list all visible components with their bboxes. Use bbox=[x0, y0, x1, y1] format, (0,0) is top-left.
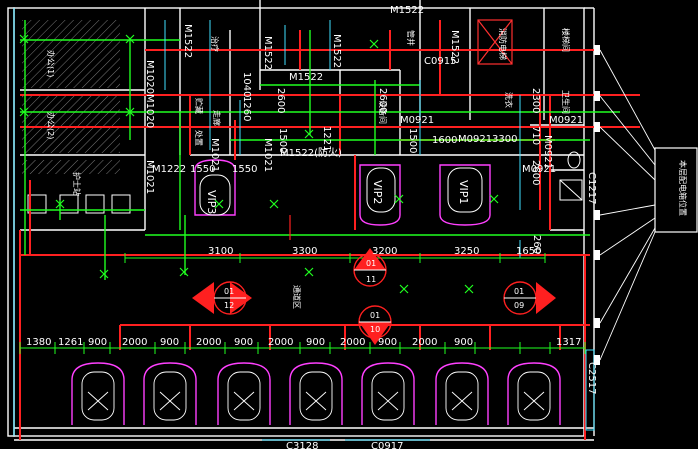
dim-label: 3300 bbox=[492, 134, 517, 145]
window-label: C1217 bbox=[586, 172, 597, 204]
ward-beds bbox=[71, 362, 561, 425]
dim-label: 1550 bbox=[190, 164, 215, 175]
dim-label: 1380 bbox=[26, 337, 51, 348]
room-label-wash: 洗衣 bbox=[504, 92, 514, 108]
room-label-storage: 贮藏 bbox=[194, 98, 204, 114]
room-label-nurse: 护士站 bbox=[72, 172, 82, 196]
cad-drawing-canvas: 本层配电箱位置 01 11 01 12 01 09 01 10 M1522 M1… bbox=[0, 0, 698, 449]
door-label: 1221 bbox=[321, 126, 332, 151]
door-label: M1222 bbox=[152, 164, 186, 175]
door-label: 1260 bbox=[241, 96, 252, 121]
door-label: M1021 bbox=[144, 160, 155, 194]
nurse-hatch bbox=[22, 160, 120, 174]
dim-label: 900 bbox=[306, 337, 325, 348]
window-label: C0915 bbox=[424, 56, 456, 67]
marker-text: 01 bbox=[370, 311, 380, 320]
room-label-elevator: 消防电梯 bbox=[498, 28, 508, 60]
right-side-jacks bbox=[594, 45, 600, 365]
marker-text: 01 bbox=[514, 287, 524, 296]
marker-text: 10 bbox=[370, 325, 380, 334]
door-label: M0921 bbox=[400, 115, 434, 126]
outer-wall-left bbox=[7, 7, 15, 437]
dim-label: 1550 bbox=[232, 164, 257, 175]
window-label: C0917 bbox=[371, 441, 403, 449]
door-labels: M1522 M1522 M1522 M1522 M1522 M1522 M152… bbox=[144, 5, 597, 449]
dim-label: 2000 bbox=[196, 337, 221, 348]
room-label-prep: 治疗 bbox=[210, 36, 220, 52]
marker-text: 11 bbox=[366, 275, 376, 284]
room-label-stair: 楼梯间 bbox=[561, 28, 571, 52]
distribution-box-label: 本层配电箱位置 bbox=[678, 160, 688, 216]
dim-label: 2000 bbox=[122, 337, 147, 348]
room-label-equipment: 设备间 bbox=[378, 100, 388, 124]
dim-label: 3250 bbox=[454, 246, 479, 257]
dim-label: 900 bbox=[234, 337, 253, 348]
room-label-treatment: 处置 bbox=[194, 130, 204, 146]
distribution-box-leaders bbox=[599, 49, 656, 361]
toilet-fixtures bbox=[559, 151, 583, 201]
door-label: M1522 bbox=[289, 72, 323, 83]
dim-label: 2000 bbox=[412, 337, 437, 348]
dim-label: 1600 bbox=[432, 135, 457, 146]
dim-label: 2000 bbox=[268, 337, 293, 348]
door-label: M1522 bbox=[262, 36, 273, 70]
door-label: M1522 bbox=[331, 34, 342, 68]
dim-label: 1500 bbox=[277, 128, 288, 153]
office-2-hatch bbox=[22, 95, 120, 153]
room-label-corridor2: 走廊 bbox=[212, 110, 222, 126]
dim-label: 2600 bbox=[530, 160, 541, 185]
dim-label: 2600 bbox=[275, 88, 286, 113]
door-label: M1021 bbox=[262, 138, 273, 172]
dim-label: 1650 bbox=[516, 246, 541, 257]
room-label-vip3: VIP3 bbox=[205, 190, 218, 214]
dim-label: 2300 bbox=[530, 88, 541, 113]
section-marker-right: 01 09 bbox=[503, 281, 556, 315]
door-label: M1020 bbox=[144, 94, 155, 128]
dim-label: 3200 bbox=[372, 246, 397, 257]
section-marker-left: 01 12 bbox=[192, 281, 252, 315]
dim-label: 1317 bbox=[556, 337, 581, 348]
door-label: M0921 bbox=[458, 134, 492, 145]
dim-label: 900 bbox=[454, 337, 473, 348]
room-label-office-2: 办公(2) bbox=[46, 112, 56, 139]
dimension-row-2: 1380 1261 900 2000 900 2000 900 2000 900… bbox=[26, 337, 581, 348]
dim-label: 1261 bbox=[58, 337, 83, 348]
door-label: M0921 bbox=[549, 115, 583, 126]
dim-label: 900 bbox=[378, 337, 397, 348]
dim-label: 3100 bbox=[208, 246, 233, 257]
door-label: M1522 bbox=[182, 24, 193, 58]
door-label: M1020 bbox=[144, 60, 155, 94]
marker-text: 01 bbox=[366, 259, 376, 268]
window-label: C2517 bbox=[586, 362, 597, 394]
room-label-vip1: VIP1 bbox=[457, 180, 470, 204]
dim-label: 900 bbox=[88, 337, 107, 348]
floor-plan-drawing: 本层配电箱位置 01 11 01 12 01 09 01 10 M1522 M1… bbox=[7, 0, 698, 449]
window-label: C3128 bbox=[286, 441, 318, 449]
room-label-shaft: 管井 bbox=[406, 30, 416, 46]
dim-label: 710 bbox=[530, 126, 541, 145]
room-label-toilet: 卫生间 bbox=[561, 90, 571, 114]
door-label: 1040 bbox=[241, 72, 252, 97]
room-label-vip2: VIP2 bbox=[371, 180, 384, 204]
room-label-office-1: 办公(1) bbox=[46, 50, 56, 77]
dim-label: 900 bbox=[160, 337, 179, 348]
dim-label: 1500 bbox=[407, 128, 418, 153]
dim-label: 3300 bbox=[292, 246, 317, 257]
marker-text: 09 bbox=[514, 301, 524, 310]
room-label-corridor: 通道区 bbox=[292, 285, 302, 309]
marker-text: 01 bbox=[224, 287, 234, 296]
door-label: M1522 bbox=[390, 5, 424, 16]
office-1-hatch bbox=[22, 20, 120, 88]
dim-label: 2000 bbox=[340, 337, 365, 348]
distribution-box bbox=[654, 147, 698, 233]
marker-text: 12 bbox=[224, 301, 234, 310]
